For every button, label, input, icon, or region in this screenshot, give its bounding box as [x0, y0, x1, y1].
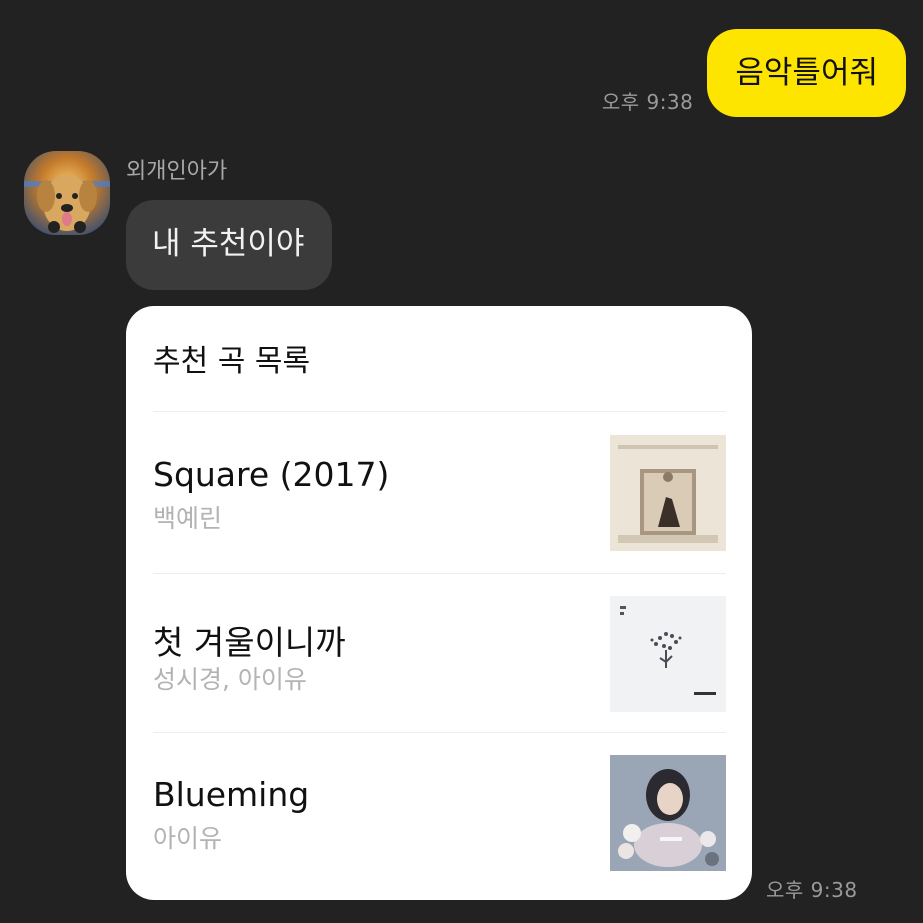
dog-avatar-icon [24, 151, 110, 235]
incoming-bubble[interactable]: 내 추천이야 [126, 200, 333, 290]
divider [153, 573, 726, 574]
outgoing-bubble[interactable]: 음악틀어줘 [707, 29, 906, 117]
song-artist: 아이유 [153, 824, 223, 853]
song-title: Square (2017) [153, 455, 390, 494]
sender-avatar[interactable] [24, 151, 110, 235]
album-cover-icon [610, 435, 726, 551]
card-title: 추천 곡 목록 [153, 344, 311, 379]
sender-name: 외개인아가 [126, 159, 228, 184]
outgoing-timestamp: 오후 9:38 [601, 90, 694, 114]
album-cover-icon [610, 755, 726, 871]
song-item[interactable]: 첫 겨울이니까 성시경, 아이유 [153, 596, 726, 712]
song-item[interactable]: Square (2017) 백예린 [153, 435, 726, 551]
song-item[interactable]: Blueming 아이유 [153, 755, 726, 871]
incoming-timestamp: 오후 9:38 [766, 878, 858, 902]
divider [153, 732, 726, 733]
song-title: 첫 겨울이니까 [153, 623, 346, 662]
chat-screen: 오후 9:38 음악틀어줘 외개인아가 내 추천이야 추천 곡 목록 Squar… [0, 0, 923, 923]
album-cover-icon [610, 596, 726, 712]
song-title: Blueming [153, 775, 310, 814]
outgoing-message-row: 오후 9:38 음악틀어줘 [602, 29, 906, 117]
divider [153, 411, 726, 412]
song-artist: 백예린 [153, 504, 223, 533]
recommendation-card[interactable]: 추천 곡 목록 Square (2017) 백예린 첫 겨울이니까 성시경, 아… [126, 306, 752, 900]
song-artist: 성시경, 아이유 [153, 665, 307, 694]
